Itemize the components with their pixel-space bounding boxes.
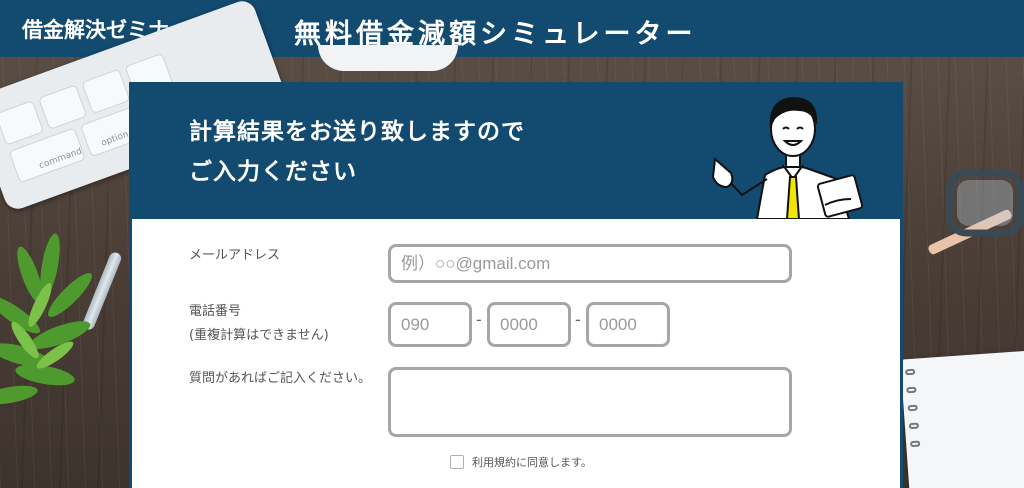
card-heading-line1: 計算結果をお送り致しますので	[189, 119, 525, 145]
question-label: 質問があればご記入ください。	[189, 371, 372, 386]
form-card: 計算結果をお送り致しますので ご入力ください メールアドレス 例）○○@gmai…	[129, 82, 903, 488]
phone-note: (重複計算はできません)	[189, 328, 329, 343]
phone-separator: -	[575, 310, 581, 329]
phone-part1-input[interactable]	[388, 302, 472, 347]
card-heading-line2: ご入力ください	[189, 159, 357, 185]
question-textarea[interactable]	[388, 367, 792, 437]
agree-terms[interactable]: 利用規約に同意します。	[450, 454, 592, 470]
phone-separator: -	[476, 310, 482, 329]
phone-part2-input[interactable]	[487, 302, 571, 347]
email-input[interactable]	[388, 244, 792, 283]
card-header: 計算結果をお送り致しますので ご入力ください	[132, 82, 903, 219]
agree-checkbox[interactable]	[450, 455, 464, 469]
mouse-image	[318, 45, 458, 71]
glasses-image	[928, 169, 1024, 255]
email-label: メールアドレス	[189, 248, 281, 263]
phone-label: 電話番号	[189, 304, 242, 319]
plant-image	[0, 233, 92, 405]
notebook-image	[900, 350, 1024, 488]
businessman-illustration	[711, 97, 864, 219]
agree-label: 利用規約に同意します。	[472, 456, 592, 469]
phone-part3-input[interactable]	[586, 302, 670, 347]
